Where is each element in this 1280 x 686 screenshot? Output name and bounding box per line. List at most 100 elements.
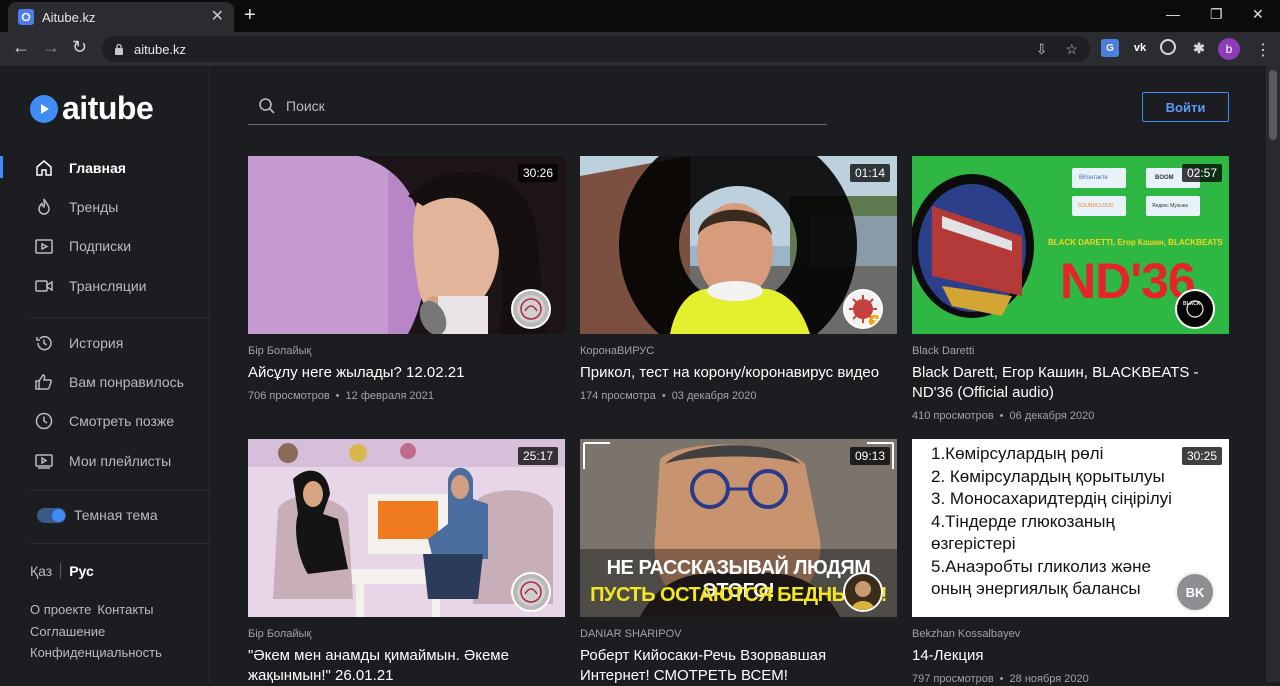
- sidebar-item-trends[interactable]: Тренды: [0, 187, 210, 226]
- sidebar-nav: Главная Тренды Подписки Трансляции Истор…: [0, 148, 210, 480]
- view-count: 410 просмотров: [912, 410, 994, 422]
- forward-icon[interactable]: →: [42, 38, 60, 56]
- back-icon[interactable]: ←: [12, 38, 30, 56]
- publish-date: 28 ноября 2020: [1009, 673, 1089, 685]
- site-logo[interactable]: aitube: [30, 90, 154, 127]
- slide-line: 4.Тіндерде глюкозаның: [931, 511, 1115, 531]
- footer-links: О проекте Контакты Соглашение Конфиденциа…: [30, 599, 168, 664]
- page: aitube Главная Тренды Подписки Трансляци…: [0, 66, 1280, 685]
- translate-extension-icon[interactable]: G: [1101, 39, 1119, 57]
- tab-close-icon[interactable]: ✕: [211, 9, 224, 25]
- video-duration: 30:25: [1181, 447, 1222, 465]
- url-text: aitube.kz: [134, 41, 187, 57]
- footer-contacts-link[interactable]: Контакты: [97, 602, 153, 617]
- slide-line: өзгерістері: [931, 534, 1016, 553]
- sidebar-item-home[interactable]: Главная: [0, 148, 210, 187]
- maximize-icon[interactable]: ❐: [1210, 6, 1223, 23]
- video-card[interactable]: НЕ РАССКАЗЫВАЙ ЛЮДЯМ ЭТОГО! ПУСТЬ ОСТАЮТ…: [580, 439, 897, 686]
- language-switcher: Қаз Рус: [30, 563, 94, 579]
- video-title[interactable]: Прикол, тест на корону/коронавирус видео: [580, 363, 897, 383]
- video-title[interactable]: Роберт Кийосаки-Речь Взорвавшая Интернет…: [580, 646, 897, 686]
- scrollbar-thumb[interactable]: [1269, 70, 1277, 140]
- video-title[interactable]: "Әкем мен анамды қимаймын. Әкеме жақынмы…: [248, 646, 565, 686]
- minimize-icon[interactable]: —: [1166, 6, 1180, 22]
- sidebar-item-label: Смотреть позже: [69, 413, 175, 430]
- sidebar: aitube Главная Тренды Подписки Трансляци…: [0, 66, 210, 682]
- bookmark-star-icon[interactable]: ☆: [1065, 41, 1078, 58]
- sync-extension-icon[interactable]: [1160, 39, 1176, 55]
- sidebar-item-label: История: [69, 334, 124, 351]
- sidebar-item-liked[interactable]: Вам понравилось: [0, 362, 210, 401]
- profile-avatar[interactable]: b: [1218, 38, 1240, 60]
- video-meta: 797 просмотров • 28 ноября 2020: [912, 673, 1229, 685]
- publish-date: 03 декабря 2020: [671, 390, 757, 402]
- channel-avatar[interactable]: BK: [1175, 572, 1215, 612]
- channel-name[interactable]: Bekzhan Kossalbayev: [912, 628, 1229, 640]
- channel-avatar[interactable]: BLACK: [1175, 289, 1215, 329]
- new-tab-icon[interactable]: +: [244, 5, 256, 25]
- channel-avatar[interactable]: [511, 289, 551, 329]
- page-scrollbar[interactable]: [1266, 66, 1280, 682]
- meta-separator: •: [335, 390, 340, 402]
- video-card[interactable]: 01:14 + КоронаВИРУС Прикол, тест на коро…: [580, 156, 897, 402]
- toggle-knob: [52, 508, 65, 522]
- channel-name[interactable]: DANIAR SHARIPOV: [580, 628, 897, 640]
- extensions-puzzle-icon[interactable]: ✱: [1190, 39, 1208, 57]
- video-card[interactable]: 1.Көмірсулардың рөлі 2. Көмірсулардың қо…: [912, 439, 1229, 685]
- video-card[interactable]: ВКонтакте BOOM SOUNDCLOUD Яндекс Музыка …: [912, 156, 1229, 422]
- sidebar-item-watch-later[interactable]: Смотреть позже: [0, 402, 210, 441]
- browser-tab[interactable]: Aitube.kz ✕: [8, 2, 234, 32]
- sidebar-divider: [30, 543, 210, 544]
- channel-name[interactable]: КоронаВИРУС: [580, 345, 897, 357]
- video-title[interactable]: Айсұлу неге жылады? 12.02.21: [248, 363, 565, 383]
- browser-tabbar: Aitube.kz ✕ + — ❐ ✕: [0, 0, 1280, 32]
- lang-kz-link[interactable]: Қаз: [30, 563, 52, 579]
- install-app-icon[interactable]: ⇩: [1036, 41, 1048, 58]
- address-bar[interactable]: aitube.kz ⇩ ☆: [102, 36, 1090, 62]
- search-input[interactable]: [286, 98, 786, 114]
- vk-extension-icon[interactable]: vk: [1131, 39, 1149, 57]
- sidebar-item-label: Подписки: [69, 238, 132, 255]
- toggle-switch[interactable]: [37, 507, 66, 523]
- footer-agreement-link[interactable]: Соглашение: [30, 624, 105, 639]
- search-icon[interactable]: [258, 97, 276, 115]
- sidebar-item-history[interactable]: История: [0, 323, 210, 362]
- lang-ru-link[interactable]: Рус: [69, 563, 94, 579]
- sidebar-item-playlists[interactable]: Мои плейлисты: [0, 441, 210, 480]
- video-card[interactable]: 30:26 Бір Болайық Айсұлу неге жылады? 12…: [248, 156, 565, 402]
- browser-toolbar: ← → ↻ aitube.kz ⇩ ☆ G vk ✱ b ⋮: [0, 32, 1280, 66]
- channel-avatar[interactable]: +: [843, 289, 883, 329]
- social-yandex-label: Яндекс Музыка: [1152, 203, 1188, 209]
- channel-name[interactable]: Бір Болайық: [248, 628, 565, 640]
- channel-name[interactable]: Бір Болайық: [248, 345, 565, 357]
- publish-date: 06 декабря 2020: [1009, 410, 1095, 422]
- video-title[interactable]: Black Darett, Егор Кашин, BLACKBEATS - N…: [912, 363, 1229, 403]
- footer-about-link[interactable]: О проекте: [30, 602, 91, 617]
- search-bar: [248, 88, 827, 125]
- video-card[interactable]: 25:17 Бір Болайық "Әкем мен анамды қимай…: [248, 439, 565, 686]
- meta-separator: •: [999, 410, 1004, 422]
- subscriptions-icon: [34, 236, 54, 256]
- meta-separator: •: [999, 673, 1004, 685]
- plus-badge-icon: +: [869, 315, 881, 327]
- reload-icon[interactable]: ↻: [72, 38, 87, 56]
- login-button[interactable]: Войти: [1142, 92, 1229, 122]
- channel-name[interactable]: Black Daretti: [912, 345, 1229, 357]
- footer-privacy-link[interactable]: Конфиденциальность: [30, 645, 162, 660]
- dark-theme-toggle[interactable]: Темная тема: [37, 507, 158, 523]
- logo-text: aitube: [62, 90, 154, 126]
- window-close-icon[interactable]: ✕: [1252, 6, 1264, 23]
- sidebar-item-subscriptions[interactable]: Подписки: [0, 227, 210, 266]
- sidebar-item-label: Тренды: [69, 198, 119, 215]
- sidebar-item-label: Мои плейлисты: [69, 452, 172, 469]
- channel-avatar[interactable]: [511, 572, 551, 612]
- channel-avatar[interactable]: [843, 572, 883, 612]
- video-title[interactable]: 14-Лекция: [912, 646, 1229, 666]
- view-count: 174 просмотра: [580, 390, 656, 402]
- video-duration: 30:26: [517, 164, 558, 182]
- browser-menu-icon[interactable]: ⋮: [1255, 40, 1271, 60]
- clock-icon: [34, 411, 54, 431]
- flame-icon: [34, 197, 54, 217]
- svg-text:BLACK: BLACK: [1183, 301, 1201, 307]
- sidebar-item-live[interactable]: Трансляции: [0, 266, 210, 305]
